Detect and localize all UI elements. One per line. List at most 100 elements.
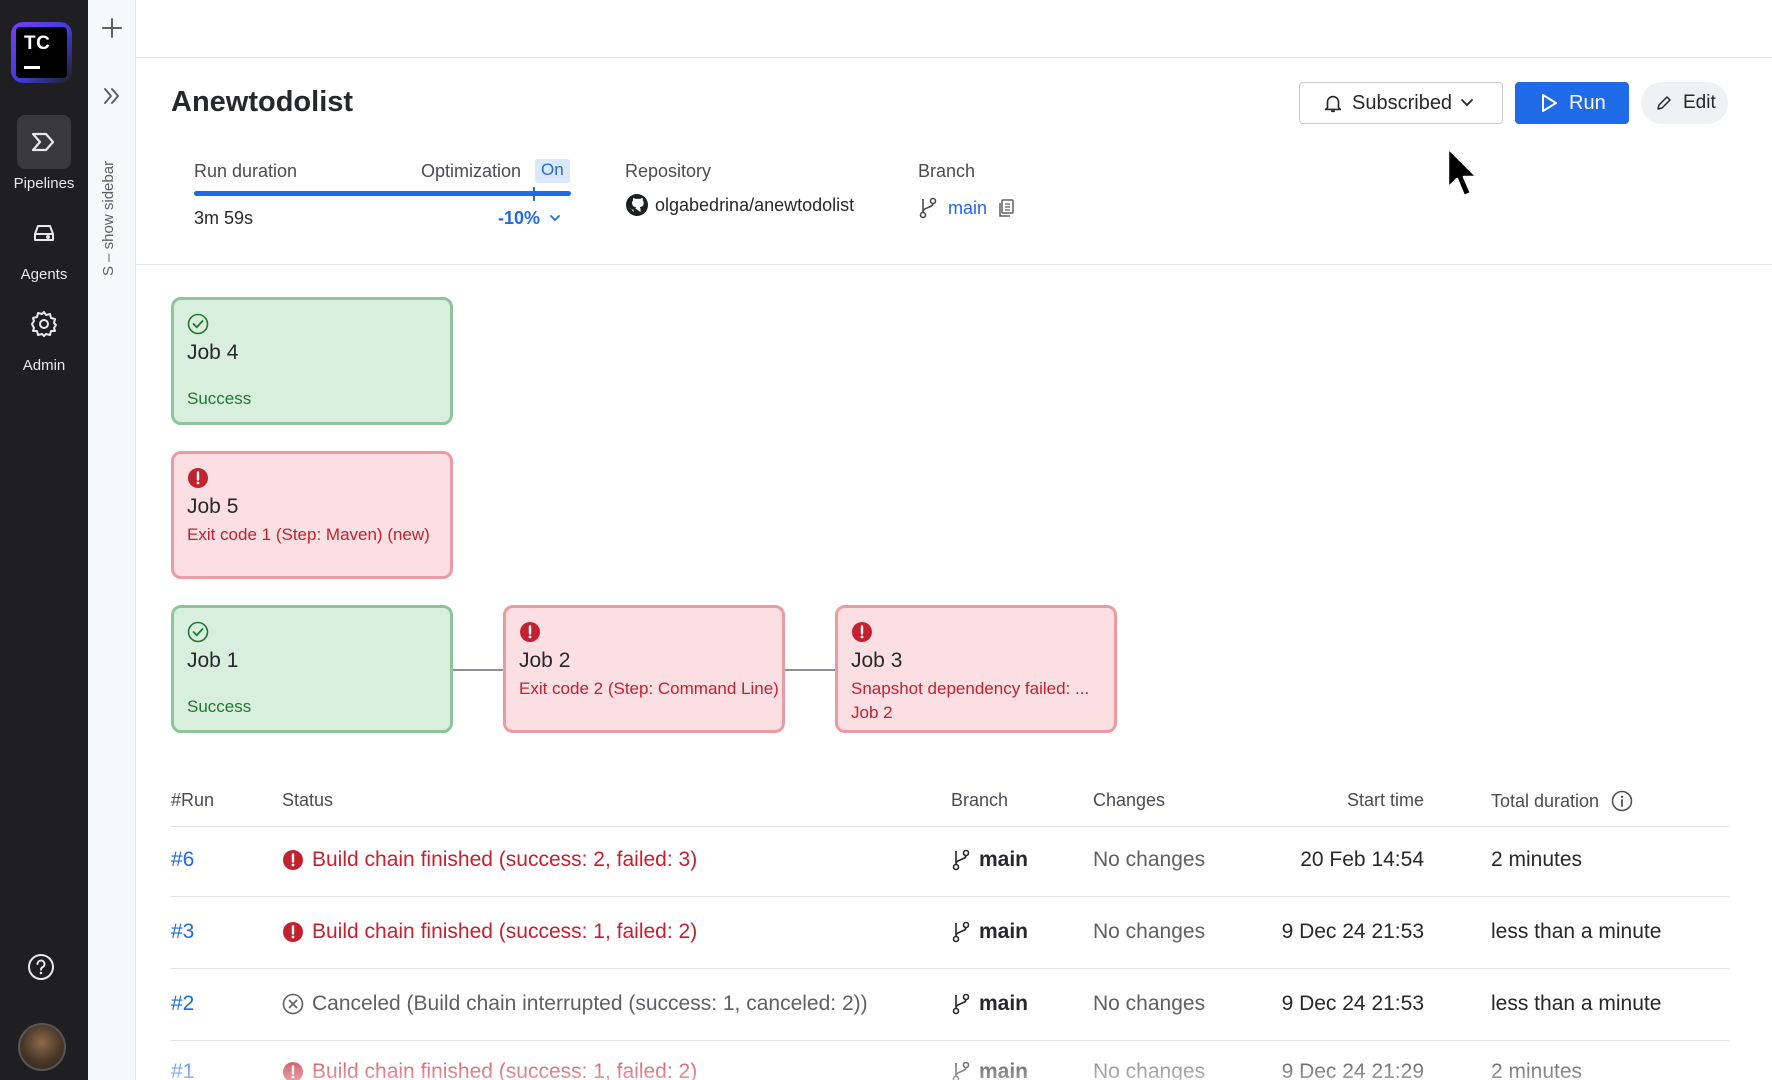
top-bar (136, 0, 1772, 58)
status-text: Build chain finished (success: 1, failed… (312, 1060, 698, 1080)
branch-name: main (979, 992, 1029, 1015)
run-number-link[interactable]: #6 (171, 824, 194, 896)
copy-icon[interactable] (997, 198, 1015, 218)
job-status-text: Success (187, 389, 252, 408)
repository-link[interactable]: olgabedrina/anewtodolist (625, 193, 854, 217)
job-card-job-5[interactable]: Job 5 Exit code 1 (Step: Maven) (new) (171, 451, 453, 579)
error-icon (283, 850, 303, 870)
table-row[interactable]: #6 Build chain finished (success: 2, fai… (0, 824, 1772, 896)
table-row[interactable]: #1 Build chain finished (success: 1, fai… (0, 1036, 1772, 1080)
show-sidebar-hint[interactable]: S – show sidebar (100, 116, 117, 276)
job-status-text: Exit code 1 (Step: Maven) (new) (187, 525, 430, 544)
run-duration-bar (194, 187, 571, 201)
error-icon (283, 1062, 303, 1080)
repository-name: olgabedrina/anewtodolist (655, 194, 855, 215)
table-row[interactable]: #2 Canceled (Build chain interrupted (su… (0, 968, 1772, 1040)
bell-icon (1324, 95, 1342, 113)
changes-cell: No changes (1093, 992, 1206, 1015)
job-status-text: Success (187, 697, 252, 716)
duration-cell: 2 minutes (1491, 1060, 1583, 1080)
nav-item-label: Admin (22, 357, 66, 374)
status-text: Canceled (Build chain interrupted (succe… (312, 992, 868, 1015)
info-icon[interactable] (1611, 790, 1633, 812)
nav-item-label: Pipelines (13, 175, 75, 192)
optimization-delta-value: -10% (498, 208, 541, 228)
start-time-cell: 9 Dec 24 21:53 (1281, 992, 1424, 1015)
branch-cell: main (951, 824, 1028, 896)
column-header-branch[interactable]: Branch (951, 790, 1008, 811)
branch-icon (952, 849, 970, 871)
chevron-down-icon (1461, 99, 1473, 107)
edit-label: Edit (1683, 92, 1716, 113)
branch-link[interactable]: main (918, 197, 1015, 219)
teamcity-logo[interactable]: TC (11, 22, 72, 83)
column-header-start-time[interactable]: Start time (1262, 790, 1424, 811)
status-cell[interactable]: Build chain finished (success: 1, failed… (282, 1036, 697, 1080)
status-cell[interactable]: Canceled (Build chain interrupted (succe… (282, 968, 868, 1040)
job-card-job-4[interactable]: Job 4 Success (171, 297, 453, 425)
repository-label: Repository (625, 161, 712, 181)
header-divider (136, 264, 1772, 265)
expand-sidebar-icon[interactable] (100, 84, 124, 108)
nav-item-admin[interactable]: Admin (0, 297, 88, 374)
job-card-job-2[interactable]: Job 2 Exit code 2 (Step: Command Line) (503, 605, 785, 733)
column-header-status[interactable]: Status (282, 790, 333, 811)
start-time-cell: 20 Feb 14:54 (1300, 848, 1424, 871)
nav-item-pipelines[interactable]: Pipelines (0, 115, 88, 192)
duration-cell: 2 minutes (1491, 848, 1583, 871)
optimization-badge[interactable]: On (535, 159, 570, 183)
edit-button[interactable]: Edit (1641, 82, 1728, 124)
run-duration-fill (194, 191, 571, 196)
job-card-job-1[interactable]: Job 1 Success (171, 605, 453, 733)
changes-cell: No changes (1093, 1060, 1206, 1080)
job-name: Job 2 (519, 649, 571, 672)
chevron-down-icon (550, 215, 560, 222)
branch-name: main (979, 848, 1029, 871)
page-title: Anewtodolist (171, 86, 354, 118)
branch-icon (952, 993, 970, 1015)
run-number-link[interactable]: #2 (171, 968, 194, 1040)
duration-cell: less than a minute (1491, 920, 1662, 943)
error-icon (188, 468, 208, 488)
status-cell[interactable]: Build chain finished (success: 1, failed… (282, 896, 697, 968)
table-row[interactable]: #3 Build chain finished (success: 1, fai… (0, 896, 1772, 968)
run-number-link[interactable]: #3 (171, 896, 194, 968)
branch-icon (919, 197, 937, 219)
optimization-delta[interactable]: -10% (498, 208, 561, 229)
optimization-label: Optimization (421, 161, 522, 181)
column-header-total-duration[interactable]: Total duration (1491, 790, 1633, 812)
error-icon (852, 622, 872, 642)
job-name: Job 3 (851, 649, 903, 672)
subscribed-button[interactable]: Subscribed (1299, 82, 1503, 124)
pipelines-icon (17, 115, 71, 169)
column-header-run[interactable]: #Run (171, 790, 214, 811)
job-name: Job 5 (187, 495, 239, 518)
nav-item-agents[interactable]: Agents (0, 206, 88, 283)
job-card-job-3[interactable]: Job 3 Snapshot dependency failed: ... Jo… (835, 605, 1117, 733)
start-time-cell: 9 Dec 24 21:29 (1281, 1060, 1424, 1080)
column-header-label: Total duration (1491, 790, 1600, 811)
changes-cell: No changes (1093, 920, 1206, 943)
run-duration-label: Run duration (194, 161, 298, 181)
run-number-link[interactable]: #1 (171, 1036, 194, 1080)
canceled-icon (282, 993, 304, 1015)
run-button[interactable]: Run (1515, 82, 1629, 124)
run-label: Run (1569, 91, 1606, 114)
error-icon (520, 622, 540, 642)
status-cell[interactable]: Build chain finished (success: 2, failed… (282, 824, 697, 896)
column-header-changes[interactable]: Changes (1093, 790, 1165, 811)
gear-icon (17, 297, 71, 351)
status-text: Build chain finished (success: 1, failed… (312, 920, 698, 943)
job-status-text: Snapshot dependency failed: ... Job 2 (851, 679, 1090, 722)
status-text: Build chain finished (success: 2, failed… (312, 848, 698, 871)
branch-icon (952, 1061, 970, 1080)
pencil-icon (1657, 96, 1671, 110)
branch-name: main (948, 197, 988, 218)
dependency-connector (453, 669, 503, 671)
subscribed-label: Subscribed (1352, 91, 1453, 114)
plus-icon[interactable] (100, 16, 124, 40)
start-time-cell: 9 Dec 24 21:53 (1281, 920, 1424, 943)
nav-item-label: Agents (20, 266, 68, 283)
branch-cell: main (951, 896, 1028, 968)
play-icon (1542, 94, 1557, 112)
